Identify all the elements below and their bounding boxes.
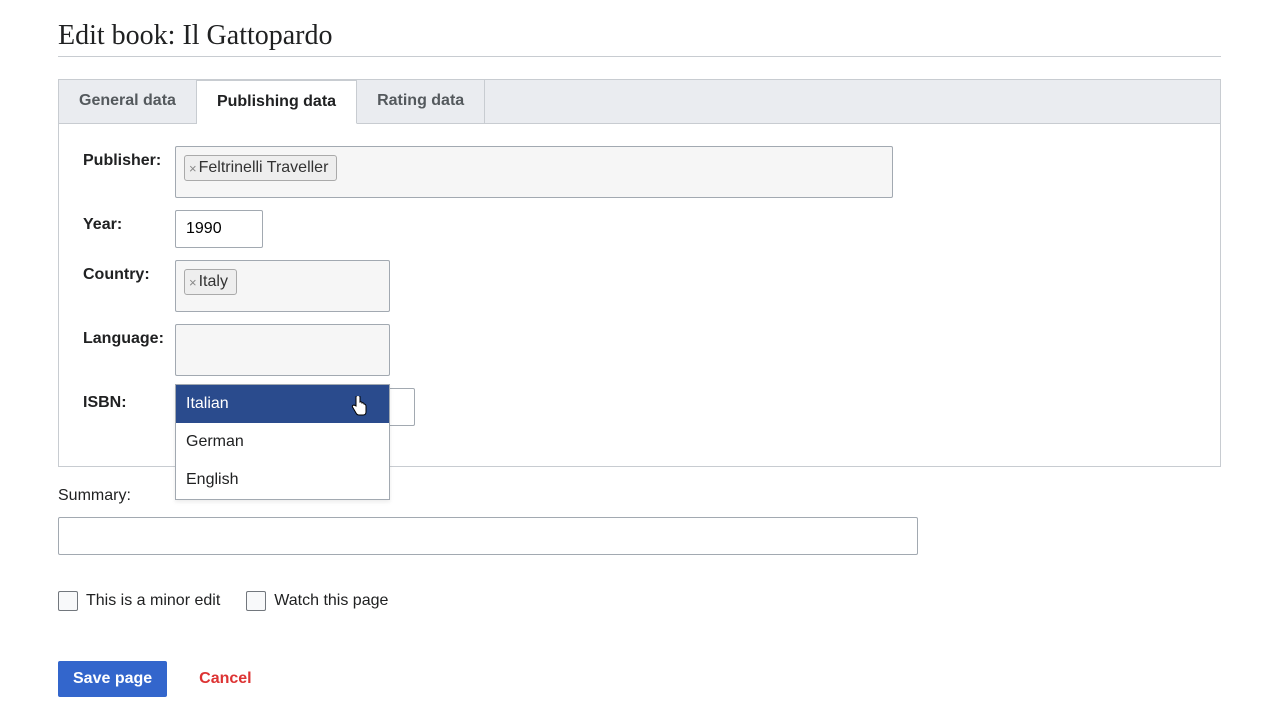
publisher-token: × Feltrinelli Traveller xyxy=(184,155,337,181)
language-row: Language: Italian German English xyxy=(83,324,1196,376)
language-input[interactable] xyxy=(175,324,390,376)
minor-edit-label: This is a minor edit xyxy=(86,592,220,610)
save-button[interactable]: Save page xyxy=(58,661,167,697)
language-dropdown: Italian German English xyxy=(175,384,390,500)
action-buttons: Save page Cancel xyxy=(58,661,1221,697)
publisher-input[interactable]: × Feltrinelli Traveller xyxy=(175,146,893,198)
watch-page-label: Watch this page xyxy=(274,592,388,610)
publishing-panel: Publisher: × Feltrinelli Traveller Year:… xyxy=(58,124,1221,467)
watch-page-wrap[interactable]: Watch this page xyxy=(246,591,388,611)
cancel-button[interactable]: Cancel xyxy=(195,662,255,696)
year-input[interactable] xyxy=(175,210,263,248)
minor-edit-checkbox[interactable] xyxy=(58,591,78,611)
publisher-label: Publisher: xyxy=(83,146,175,170)
language-label: Language: xyxy=(83,324,175,348)
country-token: × Italy xyxy=(184,269,237,295)
remove-token-icon[interactable]: × xyxy=(189,162,197,175)
country-label: Country: xyxy=(83,260,175,284)
publisher-row: Publisher: × Feltrinelli Traveller xyxy=(83,146,1196,198)
publisher-token-text: Feltrinelli Traveller xyxy=(199,159,329,177)
isbn-label: ISBN: xyxy=(83,388,175,412)
watch-page-checkbox[interactable] xyxy=(246,591,266,611)
language-option-german[interactable]: German xyxy=(176,423,389,461)
year-label: Year: xyxy=(83,210,175,234)
country-input[interactable]: × Italy xyxy=(175,260,390,312)
tabs-bar: General data Publishing data Rating data xyxy=(58,79,1221,124)
year-row: Year: xyxy=(83,210,1196,248)
page-title: Edit book: Il Gattopardo xyxy=(58,20,1221,57)
country-token-text: Italy xyxy=(199,273,228,291)
language-option-italian[interactable]: Italian xyxy=(176,385,389,423)
language-option-english[interactable]: English xyxy=(176,461,389,499)
checkbox-row: This is a minor edit Watch this page xyxy=(58,591,1221,611)
tab-rating-data[interactable]: Rating data xyxy=(357,80,485,123)
remove-token-icon[interactable]: × xyxy=(189,276,197,289)
minor-edit-wrap[interactable]: This is a minor edit xyxy=(58,591,220,611)
tab-general-data[interactable]: General data xyxy=(59,80,197,123)
country-row: Country: × Italy xyxy=(83,260,1196,312)
summary-input[interactable] xyxy=(58,517,918,555)
tab-publishing-data[interactable]: Publishing data xyxy=(197,80,357,124)
